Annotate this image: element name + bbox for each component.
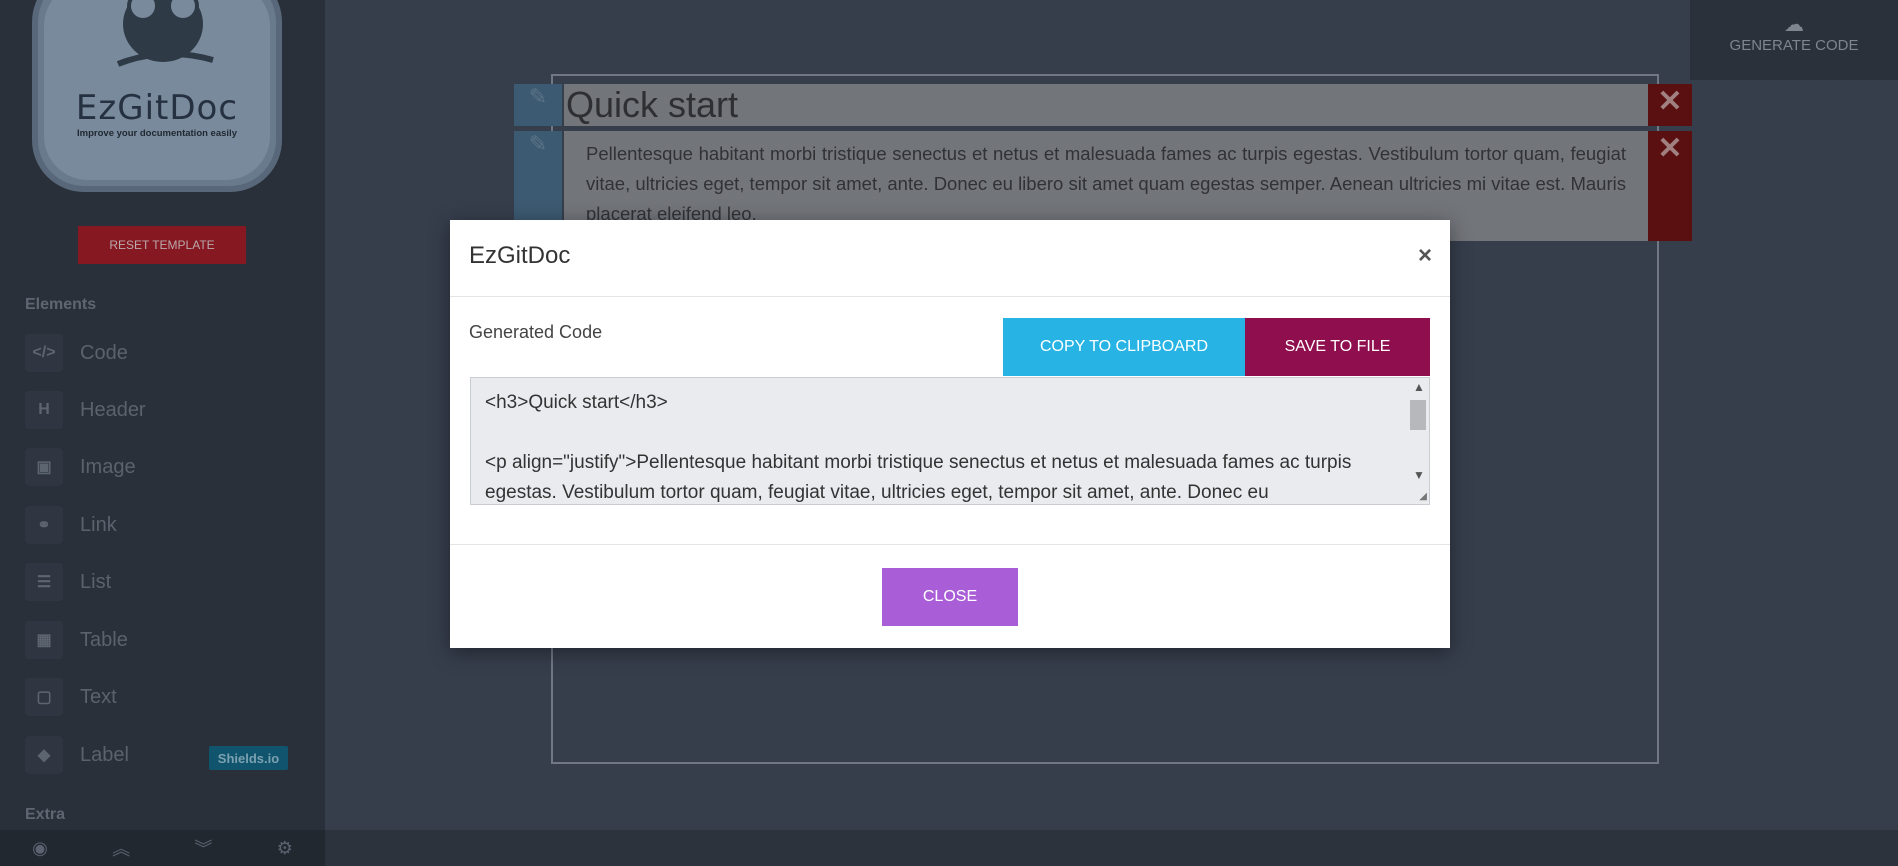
text-icon: ▢ bbox=[25, 678, 63, 716]
gear-icon[interactable]: ⚙ bbox=[277, 838, 293, 859]
sidebar: EzGitDoc Improve your documentation easi… bbox=[0, 0, 325, 866]
generate-code-label: GENERATE CODE bbox=[1729, 37, 1859, 54]
element-label: Header bbox=[80, 398, 146, 421]
resize-grip-icon[interactable]: ◢ bbox=[1419, 491, 1427, 502]
element-label: Text bbox=[80, 685, 117, 708]
link-icon: ⚭ bbox=[25, 506, 63, 544]
generate-code-button[interactable]: ☁ GENERATE CODE bbox=[1690, 0, 1898, 80]
generate-code-icon: ☁ bbox=[1784, 14, 1804, 36]
scroll-up-icon[interactable]: ▲ bbox=[1413, 380, 1425, 394]
reset-template-button[interactable]: RESET TEMPLATE bbox=[78, 226, 246, 264]
close-icon: ✕ bbox=[1657, 132, 1683, 165]
logo-subtitle: Improve your documentation easily bbox=[77, 128, 237, 139]
element-label: List bbox=[80, 570, 112, 593]
owl-icon bbox=[116, 0, 214, 67]
title-row[interactable]: Quick start bbox=[564, 84, 1648, 126]
list-icon: ☰ bbox=[25, 563, 63, 601]
pencil-icon: ✎ bbox=[528, 131, 548, 156]
modal-header: EzGitDoc × bbox=[450, 220, 1450, 297]
image-icon: ▣ bbox=[25, 448, 63, 486]
save-to-file-button[interactable]: SAVE TO FILE bbox=[1245, 318, 1430, 376]
element-label: Image bbox=[80, 455, 136, 478]
tag-icon: ◆ bbox=[25, 736, 63, 774]
app-logo: EzGitDoc Improve your documentation easi… bbox=[32, 0, 282, 192]
copy-to-clipboard-button[interactable]: COPY TO CLIPBOARD bbox=[1003, 318, 1245, 376]
modal-title: EzGitDoc bbox=[469, 242, 571, 269]
modal-close-icon[interactable]: × bbox=[1418, 242, 1432, 270]
elements-section-title: Elements bbox=[25, 296, 97, 313]
double-chevron-up-icon[interactable]: ︽ bbox=[112, 835, 130, 861]
generated-code-label: Generated Code bbox=[469, 322, 603, 342]
table-icon: ▦ bbox=[25, 621, 63, 659]
delete-row-button[interactable]: ✕ bbox=[1648, 131, 1692, 241]
element-image[interactable]: ▣ Image bbox=[25, 447, 295, 487]
close-button[interactable]: CLOSE bbox=[882, 568, 1018, 626]
code-scrollbar[interactable]: ▲ ▼ bbox=[1407, 378, 1429, 504]
generated-code-text: <h3>Quick start</h3> <p align="justify">… bbox=[485, 392, 1352, 503]
header-icon: H bbox=[25, 391, 63, 429]
element-label: Label bbox=[80, 743, 129, 766]
element-label: Table bbox=[80, 628, 128, 651]
generated-code-textarea[interactable]: <h3>Quick start</h3> <p align="justify">… bbox=[470, 377, 1430, 505]
element-label: Link bbox=[80, 513, 117, 536]
element-link[interactable]: ⚭ Link bbox=[25, 505, 295, 545]
sidebar-toolbar: ◉ ︽ ︾ ⚙ bbox=[0, 830, 325, 866]
paragraph-row-text: Pellentesque habitant morbi tristique se… bbox=[586, 143, 1626, 224]
pencil-icon: ✎ bbox=[528, 84, 548, 109]
generated-code-modal: EzGitDoc × Generated Code COPY TO CLIPBO… bbox=[450, 220, 1450, 648]
title-row-text: Quick start bbox=[566, 84, 739, 125]
element-code[interactable]: </> Code bbox=[25, 333, 295, 373]
element-text[interactable]: ▢ Text bbox=[25, 677, 295, 717]
modal-footer: CLOSE bbox=[450, 544, 1450, 649]
delete-row-button[interactable]: ✕ bbox=[1648, 84, 1692, 126]
element-table[interactable]: ▦ Table bbox=[25, 620, 295, 660]
edit-row-button[interactable]: ✎ bbox=[514, 84, 562, 126]
code-icon: </> bbox=[25, 334, 63, 372]
element-list[interactable]: ☰ List bbox=[25, 562, 295, 602]
scroll-down-icon[interactable]: ▼ bbox=[1413, 468, 1425, 482]
scroll-thumb[interactable] bbox=[1410, 400, 1426, 430]
eye-icon[interactable]: ◉ bbox=[32, 838, 48, 859]
element-label: Code bbox=[80, 341, 128, 364]
shields-badge[interactable]: Shields.io bbox=[209, 746, 288, 770]
logo-text: EzGitDoc bbox=[75, 88, 239, 128]
close-icon: ✕ bbox=[1657, 85, 1683, 118]
extra-section-title: Extra bbox=[25, 806, 66, 823]
element-header[interactable]: H Header bbox=[25, 390, 295, 430]
double-chevron-down-icon[interactable]: ︾ bbox=[194, 835, 212, 861]
main-bottom-bar bbox=[325, 830, 1898, 866]
